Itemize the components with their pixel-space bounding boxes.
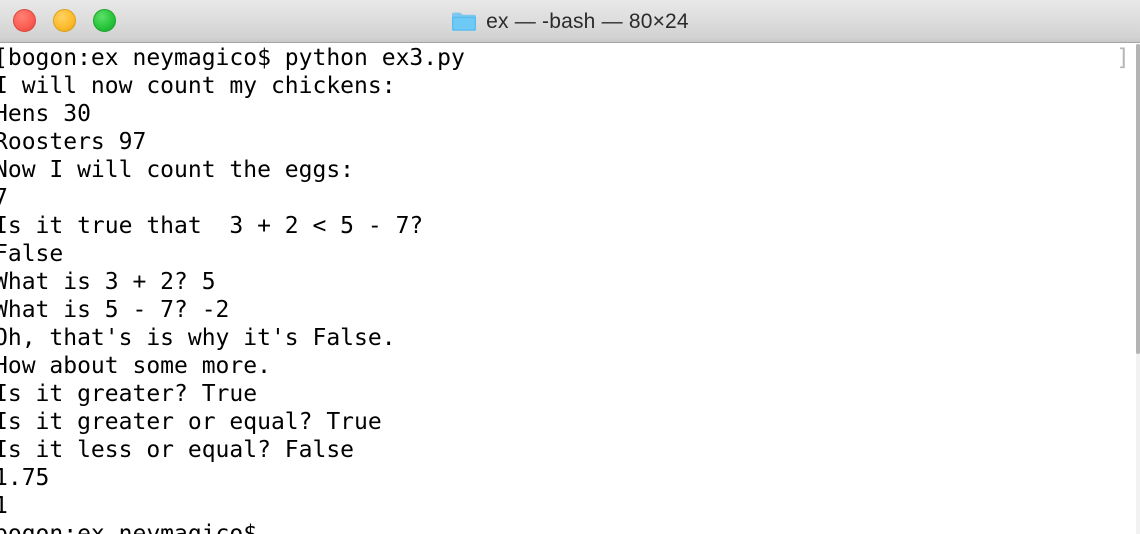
terminal-line: Is it greater? True <box>0 381 258 407</box>
zoom-button[interactable] <box>93 9 116 32</box>
vertical-scrollbar-thumb[interactable] <box>1136 44 1140 354</box>
terminal-window: ex — -bash — 80×24 [bogon:ex neymagico$ … <box>0 0 1140 534</box>
terminal-line: bogon:ex neymagico$ <box>0 521 271 534</box>
terminal-line: What is 5 - 7? -2 <box>0 297 230 323</box>
terminal-output-area[interactable]: [bogon:ex neymagico$ python ex3.py I will… <box>0 44 1140 534</box>
window-title: ex — -bash — 80×24 <box>486 9 689 33</box>
terminal-line: How about some more. <box>0 353 271 379</box>
window-titlebar[interactable]: ex — -bash — 80×24 <box>0 0 1140 43</box>
terminal-line: Is it greater or equal? True <box>0 409 382 435</box>
terminal-line: 1 <box>0 493 8 519</box>
terminal-line: Roosters 97 <box>0 129 147 155</box>
terminal-line: False <box>0 241 64 267</box>
resize-grip[interactable] <box>1126 520 1140 534</box>
folder-icon <box>451 11 477 32</box>
close-button[interactable] <box>13 9 36 32</box>
terminal-line: [bogon:ex neymagico$ python ex3.py <box>0 45 465 71</box>
terminal-line: What is 3 + 2? 5 <box>0 269 216 295</box>
terminal-line: Oh, that's is why it's False. <box>0 325 396 351</box>
terminal-line: Now I will count the eggs: <box>0 157 355 183</box>
terminal-line: 7 <box>0 185 8 211</box>
terminal-line: Is it true that 3 + 2 < 5 - 7? <box>0 213 424 239</box>
terminal-right-edge-char: ] <box>1116 45 1130 71</box>
window-controls <box>13 9 116 32</box>
terminal-text: [bogon:ex neymagico$ python ex3.py I will… <box>0 44 465 534</box>
terminal-line: I will now count my chickens: <box>0 73 396 99</box>
minimize-button[interactable] <box>53 9 76 32</box>
terminal-line: 1.75 <box>0 465 50 491</box>
window-title-area: ex — -bash — 80×24 <box>0 0 1140 43</box>
terminal-line: Is it less or equal? False <box>0 437 355 463</box>
terminal-line: Hens 30 <box>0 101 91 127</box>
